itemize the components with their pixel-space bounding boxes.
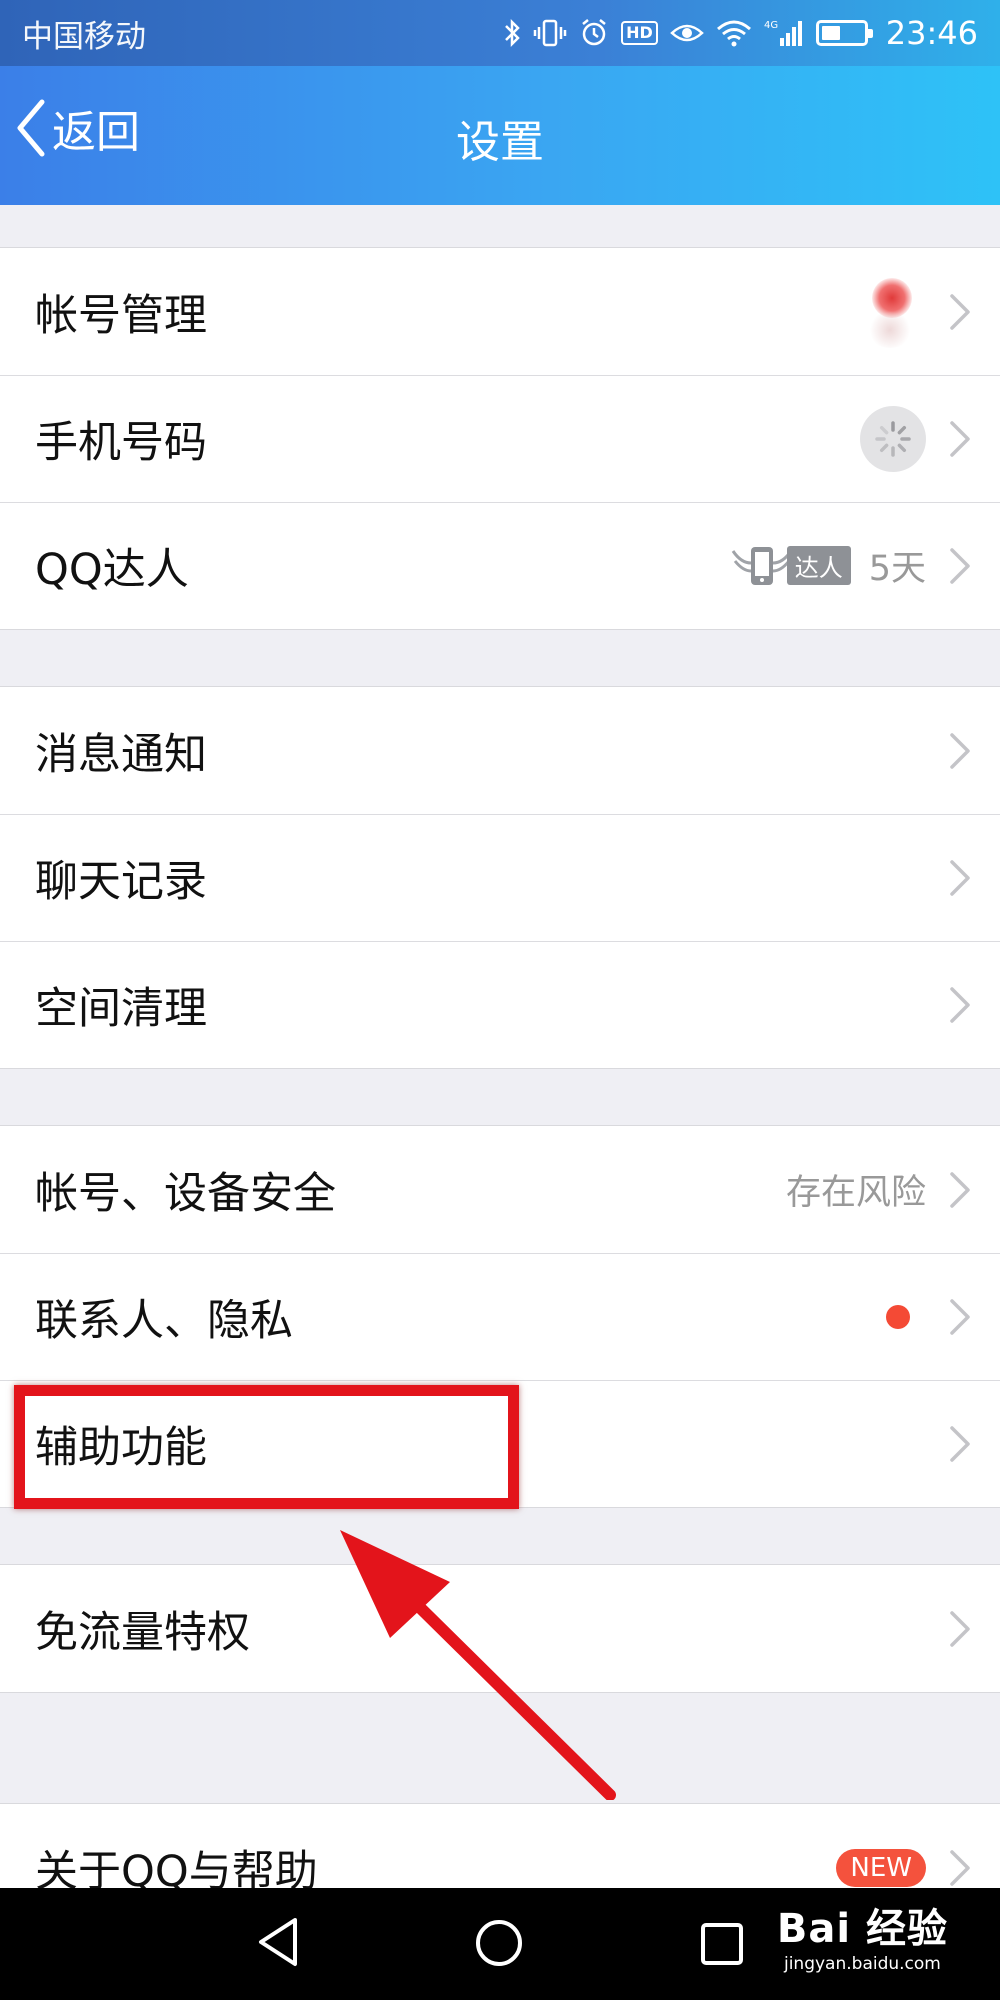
- chevron-right-icon: [950, 859, 970, 896]
- unread-red-dot: [886, 1304, 910, 1329]
- row-accessories: [948, 731, 1000, 771]
- status-bar: 中国移动 HD 4G 23:46: [0, 0, 1000, 66]
- chevron-right-icon: [950, 1849, 970, 1886]
- account-device-security-row[interactable]: 帐号、设备安全 存在风险: [0, 1126, 1000, 1253]
- row-label: 空间清理: [35, 983, 207, 1034]
- chevron-right-icon: [950, 293, 970, 330]
- daren-tag: 达人: [786, 546, 851, 585]
- back-triangle-icon[interactable]: [255, 1916, 301, 1972]
- row-label: QQ达人: [35, 544, 189, 595]
- row-label: 消息通知: [35, 729, 207, 780]
- highlight-box: [14, 1385, 519, 1509]
- daren-badge: 达人: [731, 541, 851, 591]
- baidu-jingyan-watermark: Bai 经验 jingyan.baidu.com: [777, 1896, 948, 1974]
- chevron-right-icon: [950, 1298, 970, 1335]
- new-badge: NEW: [836, 1848, 926, 1887]
- row-accessories: [948, 1424, 1000, 1464]
- status-icons: HD 4G 23:46: [503, 14, 978, 52]
- settings-group-account: 帐号管理 手机号码 QQ达人 达人 5天: [0, 247, 1000, 630]
- eye-icon: [669, 21, 704, 45]
- message-notification-row[interactable]: 消息通知: [0, 687, 1000, 814]
- nav-bar: 返回 设置: [0, 66, 1000, 205]
- battery-level: [821, 26, 840, 40]
- row-label: 聊天记录: [35, 856, 207, 907]
- chevron-right-icon: [950, 1425, 970, 1462]
- row-label: 帐号、设备安全: [35, 1168, 336, 1219]
- row-accessories: [886, 1297, 1000, 1337]
- recents-square-icon[interactable]: [700, 1922, 744, 1970]
- bluetooth-icon: [503, 18, 521, 48]
- qq-daren-row[interactable]: QQ达人 达人 5天: [0, 502, 1000, 629]
- chevron-right-icon: [950, 547, 970, 584]
- chevron-right-icon: [950, 986, 970, 1023]
- row-label: 联系人、隐私: [35, 1295, 293, 1346]
- row-value: 5天: [868, 549, 926, 589]
- row-accessories: [860, 405, 1000, 472]
- row-accessories: NEW: [836, 1848, 1000, 1888]
- row-accessories: [948, 1609, 1000, 1649]
- account-management-row[interactable]: 帐号管理: [0, 248, 1000, 375]
- row-accessories: [948, 985, 1000, 1025]
- row-label: 手机号码: [35, 417, 207, 468]
- phone-number-row[interactable]: 手机号码: [0, 375, 1000, 502]
- annotation-arrow: [340, 1530, 616, 1800]
- alarm-icon: [579, 18, 609, 48]
- row-accessories: 达人 5天: [731, 540, 1000, 591]
- row-label: 免流量特权: [35, 1607, 250, 1658]
- hd-icon: HD: [621, 21, 658, 45]
- chevron-right-icon: [950, 420, 970, 457]
- account-avatar: [862, 272, 918, 352]
- watermark-brand: Bai 经验: [776, 1906, 948, 1952]
- chat-history-row[interactable]: 聊天记录: [0, 814, 1000, 941]
- storage-cleanup-row[interactable]: 空间清理: [0, 941, 1000, 1068]
- chevron-right-icon: [950, 732, 970, 769]
- wifi-icon: [716, 19, 752, 47]
- winged-phone-icon: [731, 546, 792, 585]
- home-circle-icon[interactable]: [474, 1918, 524, 1972]
- network-type-label: 4G: [764, 20, 778, 31]
- contacts-privacy-row[interactable]: 联系人、隐私: [0, 1253, 1000, 1380]
- status-time: 23:46: [885, 14, 978, 52]
- watermark-url: jingyan.baidu.com: [783, 1954, 941, 1974]
- signal-icon: 4G: [764, 18, 804, 48]
- row-accessories: 存在风险: [786, 1164, 1000, 1215]
- page-title: 设置: [456, 117, 544, 168]
- row-label: 帐号管理: [35, 290, 207, 341]
- chevron-right-icon: [950, 1171, 970, 1208]
- chevron-right-icon: [950, 1610, 970, 1647]
- vibrate-icon: [533, 18, 567, 48]
- loading-spinner-icon: [860, 405, 926, 472]
- battery-icon: [815, 20, 873, 46]
- row-accessories: [862, 272, 1000, 352]
- row-accessories: [948, 858, 1000, 898]
- security-status-text: 存在风险: [785, 1173, 926, 1213]
- carrier-name: 中国移动: [22, 18, 146, 55]
- settings-group-chat: 消息通知 聊天记录 空间清理: [0, 686, 1000, 1069]
